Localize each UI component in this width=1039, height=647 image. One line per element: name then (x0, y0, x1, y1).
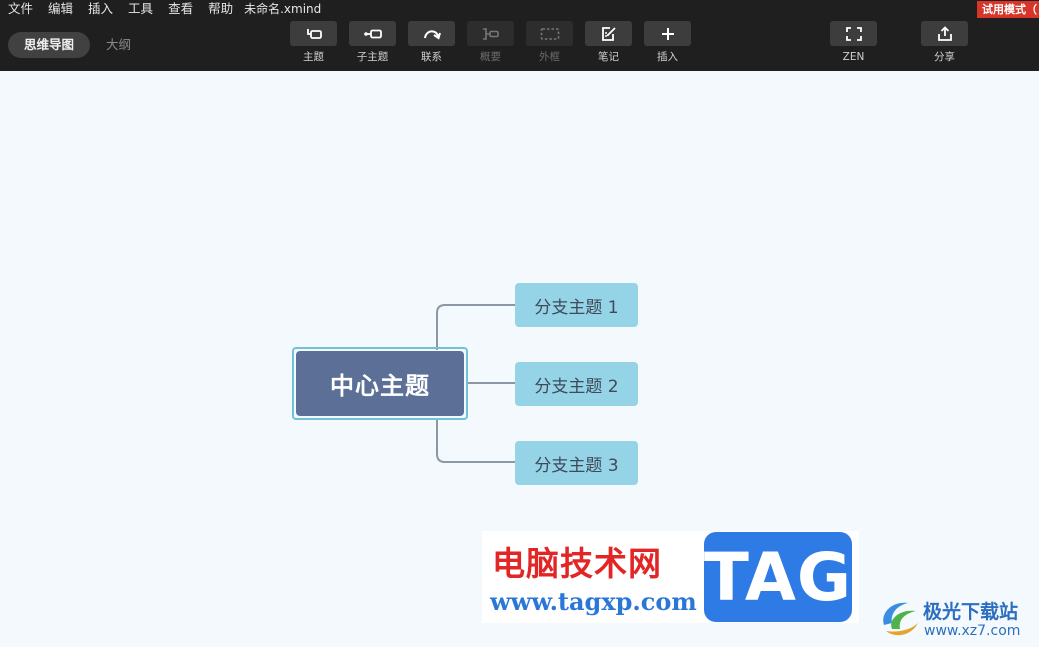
share-label: 分享 (934, 51, 955, 63)
summary-button[interactable] (467, 21, 514, 46)
boundary-tool[interactable]: 外框 (526, 21, 573, 63)
central-topic-label: 中心主题 (296, 351, 464, 416)
summary-label: 概要 (480, 51, 501, 63)
summary-bracket-icon (482, 27, 499, 40)
mind-map-canvas[interactable]: 中心主题 分支主题 1 分支主题 2 分支主题 3 电脑技术网 www.tagx… (0, 71, 1039, 647)
plus-icon (661, 27, 674, 40)
menu-view[interactable]: 查看 (160, 0, 200, 18)
menu-bar: 文件 编辑 插入 工具 查看 帮助 未命名.xmind (0, 0, 321, 18)
menu-edit[interactable]: 编辑 (40, 0, 80, 18)
zen-tool[interactable]: ZEN (830, 21, 877, 63)
topic-label: 主题 (303, 51, 324, 63)
note-pencil-icon (601, 26, 616, 41)
top-bar: 文件 编辑 插入 工具 查看 帮助 未命名.xmind 试用模式（ 思维导图 大… (0, 0, 1039, 71)
note-tool[interactable]: 笔记 (585, 21, 632, 63)
watermark2-site-name: 极光下载站 (923, 601, 1019, 623)
watermark-site-name: 电脑技术网 (492, 544, 662, 583)
watermark-tagxp: 电脑技术网 www.tagxp.com TAG (482, 531, 859, 623)
watermark-xz7: 极光下载站 www.xz7.com (878, 593, 1036, 645)
relationship-tool[interactable]: 联系 (408, 21, 455, 63)
branch-topic-2[interactable]: 分支主题 2 (515, 362, 638, 406)
insert-tool[interactable]: 插入 (644, 21, 691, 63)
note-button[interactable] (585, 21, 632, 46)
summary-tool[interactable]: 概要 (467, 21, 514, 63)
topic-button[interactable] (290, 21, 337, 46)
share-button[interactable] (921, 21, 968, 46)
topic-icon (306, 28, 322, 39)
watermark2-site-url: www.xz7.com (924, 623, 1021, 639)
document-title: 未命名.xmind (244, 2, 322, 16)
zen-button[interactable] (830, 21, 877, 46)
branch-topic-3[interactable]: 分支主题 3 (515, 441, 638, 485)
trial-mode-badge[interactable]: 试用模式（ (977, 1, 1039, 18)
share-tool[interactable]: 分享 (921, 21, 968, 63)
share-upload-icon (937, 25, 952, 41)
subtopic-tool[interactable]: 子主题 (349, 21, 396, 63)
fullscreen-icon (845, 26, 862, 41)
insert-label: 插入 (657, 51, 678, 63)
subtopic-label: 子主题 (356, 51, 389, 63)
connector-branch-1 (436, 304, 515, 350)
view-tabs: 思维导图 大纲 (8, 32, 147, 58)
insert-button[interactable] (644, 21, 691, 46)
subtopic-button[interactable] (349, 21, 396, 46)
watermark-tag-logo: TAG (704, 532, 852, 622)
menu-tools[interactable]: 工具 (120, 0, 160, 18)
zen-label: ZEN (842, 51, 865, 63)
note-label: 笔记 (598, 51, 619, 63)
boundary-button[interactable] (526, 21, 573, 46)
relationship-curve-icon (423, 29, 441, 40)
menu-file[interactable]: 文件 (0, 0, 40, 18)
tab-mind-map[interactable]: 思维导图 (8, 32, 91, 58)
menu-help[interactable]: 帮助 (200, 0, 240, 18)
menu-insert[interactable]: 插入 (80, 0, 120, 18)
relationship-label: 联系 (421, 51, 442, 63)
branch-topic-1[interactable]: 分支主题 1 (515, 283, 638, 327)
aurora-logo-icon (883, 602, 918, 636)
tab-outline[interactable]: 大纲 (90, 32, 147, 58)
watermark-site-url: www.tagxp.com (490, 587, 697, 616)
subtopic-icon (363, 29, 382, 38)
relationship-button[interactable] (408, 21, 455, 46)
central-topic[interactable]: 中心主题 (292, 347, 468, 420)
connector-branch-3 (436, 418, 515, 463)
boundary-dashed-box-icon (540, 27, 559, 40)
boundary-label: 外框 (539, 51, 560, 63)
topic-tool[interactable]: 主题 (290, 21, 337, 63)
